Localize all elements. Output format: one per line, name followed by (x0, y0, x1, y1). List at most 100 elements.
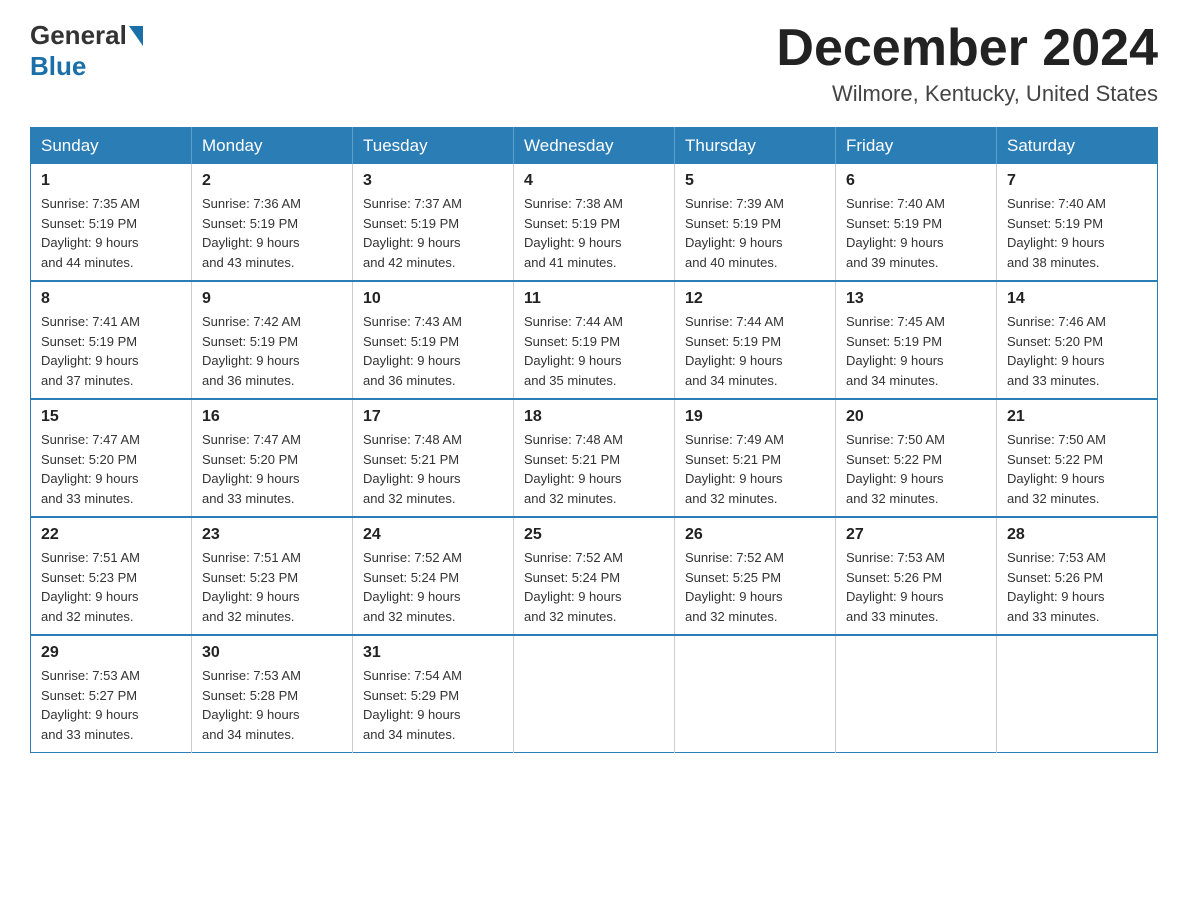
day-number: 18 (524, 408, 664, 426)
day-info: Sunrise: 7:39 AM Sunset: 5:19 PM Dayligh… (685, 194, 825, 272)
day-info: Sunrise: 7:48 AM Sunset: 5:21 PM Dayligh… (363, 430, 503, 508)
month-title: December 2024 (776, 20, 1158, 77)
page-header: General Blue December 2024 Wilmore, Kent… (30, 20, 1158, 107)
day-number: 20 (846, 408, 986, 426)
header-sunday: Sunday (31, 128, 192, 165)
day-number: 23 (202, 526, 342, 544)
calendar-cell (836, 635, 997, 753)
calendar-cell: 21 Sunrise: 7:50 AM Sunset: 5:22 PM Dayl… (997, 399, 1158, 517)
day-info: Sunrise: 7:52 AM Sunset: 5:24 PM Dayligh… (524, 548, 664, 626)
day-info: Sunrise: 7:54 AM Sunset: 5:29 PM Dayligh… (363, 666, 503, 744)
calendar-cell: 11 Sunrise: 7:44 AM Sunset: 5:19 PM Dayl… (514, 281, 675, 399)
calendar-cell: 23 Sunrise: 7:51 AM Sunset: 5:23 PM Dayl… (192, 517, 353, 635)
day-number: 5 (685, 172, 825, 190)
day-info: Sunrise: 7:53 AM Sunset: 5:27 PM Dayligh… (41, 666, 181, 744)
day-info: Sunrise: 7:44 AM Sunset: 5:19 PM Dayligh… (685, 312, 825, 390)
day-info: Sunrise: 7:43 AM Sunset: 5:19 PM Dayligh… (363, 312, 503, 390)
calendar-table: SundayMondayTuesdayWednesdayThursdayFrid… (30, 127, 1158, 753)
calendar-cell: 17 Sunrise: 7:48 AM Sunset: 5:21 PM Dayl… (353, 399, 514, 517)
logo-blue-text: Blue (30, 51, 86, 81)
calendar-cell: 2 Sunrise: 7:36 AM Sunset: 5:19 PM Dayli… (192, 164, 353, 281)
calendar-cell: 20 Sunrise: 7:50 AM Sunset: 5:22 PM Dayl… (836, 399, 997, 517)
day-number: 2 (202, 172, 342, 190)
header-thursday: Thursday (675, 128, 836, 165)
day-info: Sunrise: 7:51 AM Sunset: 5:23 PM Dayligh… (41, 548, 181, 626)
logo-triangle-icon (129, 26, 143, 46)
day-info: Sunrise: 7:42 AM Sunset: 5:19 PM Dayligh… (202, 312, 342, 390)
day-info: Sunrise: 7:53 AM Sunset: 5:26 PM Dayligh… (1007, 548, 1147, 626)
day-number: 10 (363, 290, 503, 308)
day-number: 4 (524, 172, 664, 190)
calendar-cell: 9 Sunrise: 7:42 AM Sunset: 5:19 PM Dayli… (192, 281, 353, 399)
calendar-cell: 16 Sunrise: 7:47 AM Sunset: 5:20 PM Dayl… (192, 399, 353, 517)
day-number: 28 (1007, 526, 1147, 544)
day-info: Sunrise: 7:35 AM Sunset: 5:19 PM Dayligh… (41, 194, 181, 272)
day-number: 3 (363, 172, 503, 190)
calendar-cell (514, 635, 675, 753)
calendar-cell: 25 Sunrise: 7:52 AM Sunset: 5:24 PM Dayl… (514, 517, 675, 635)
calendar-header-row: SundayMondayTuesdayWednesdayThursdayFrid… (31, 128, 1158, 165)
logo-general-text: General (30, 20, 127, 51)
title-area: December 2024 Wilmore, Kentucky, United … (776, 20, 1158, 107)
day-number: 29 (41, 644, 181, 662)
calendar-cell: 22 Sunrise: 7:51 AM Sunset: 5:23 PM Dayl… (31, 517, 192, 635)
day-info: Sunrise: 7:44 AM Sunset: 5:19 PM Dayligh… (524, 312, 664, 390)
header-tuesday: Tuesday (353, 128, 514, 165)
calendar-cell: 13 Sunrise: 7:45 AM Sunset: 5:19 PM Dayl… (836, 281, 997, 399)
calendar-week-row: 15 Sunrise: 7:47 AM Sunset: 5:20 PM Dayl… (31, 399, 1158, 517)
day-number: 13 (846, 290, 986, 308)
calendar-week-row: 22 Sunrise: 7:51 AM Sunset: 5:23 PM Dayl… (31, 517, 1158, 635)
day-info: Sunrise: 7:41 AM Sunset: 5:19 PM Dayligh… (41, 312, 181, 390)
calendar-cell: 1 Sunrise: 7:35 AM Sunset: 5:19 PM Dayli… (31, 164, 192, 281)
day-info: Sunrise: 7:52 AM Sunset: 5:25 PM Dayligh… (685, 548, 825, 626)
header-saturday: Saturday (997, 128, 1158, 165)
day-info: Sunrise: 7:37 AM Sunset: 5:19 PM Dayligh… (363, 194, 503, 272)
calendar-cell: 4 Sunrise: 7:38 AM Sunset: 5:19 PM Dayli… (514, 164, 675, 281)
calendar-cell: 30 Sunrise: 7:53 AM Sunset: 5:28 PM Dayl… (192, 635, 353, 753)
calendar-cell (675, 635, 836, 753)
calendar-cell: 29 Sunrise: 7:53 AM Sunset: 5:27 PM Dayl… (31, 635, 192, 753)
calendar-cell: 7 Sunrise: 7:40 AM Sunset: 5:19 PM Dayli… (997, 164, 1158, 281)
calendar-week-row: 1 Sunrise: 7:35 AM Sunset: 5:19 PM Dayli… (31, 164, 1158, 281)
calendar-cell: 24 Sunrise: 7:52 AM Sunset: 5:24 PM Dayl… (353, 517, 514, 635)
header-wednesday: Wednesday (514, 128, 675, 165)
day-number: 27 (846, 526, 986, 544)
calendar-cell: 10 Sunrise: 7:43 AM Sunset: 5:19 PM Dayl… (353, 281, 514, 399)
calendar-cell (997, 635, 1158, 753)
day-info: Sunrise: 7:47 AM Sunset: 5:20 PM Dayligh… (202, 430, 342, 508)
logo: General Blue (30, 20, 145, 82)
day-number: 1 (41, 172, 181, 190)
calendar-cell: 14 Sunrise: 7:46 AM Sunset: 5:20 PM Dayl… (997, 281, 1158, 399)
day-info: Sunrise: 7:50 AM Sunset: 5:22 PM Dayligh… (846, 430, 986, 508)
day-info: Sunrise: 7:47 AM Sunset: 5:20 PM Dayligh… (41, 430, 181, 508)
calendar-cell: 5 Sunrise: 7:39 AM Sunset: 5:19 PM Dayli… (675, 164, 836, 281)
calendar-cell: 26 Sunrise: 7:52 AM Sunset: 5:25 PM Dayl… (675, 517, 836, 635)
calendar-cell: 3 Sunrise: 7:37 AM Sunset: 5:19 PM Dayli… (353, 164, 514, 281)
day-info: Sunrise: 7:53 AM Sunset: 5:26 PM Dayligh… (846, 548, 986, 626)
day-info: Sunrise: 7:52 AM Sunset: 5:24 PM Dayligh… (363, 548, 503, 626)
calendar-week-row: 29 Sunrise: 7:53 AM Sunset: 5:27 PM Dayl… (31, 635, 1158, 753)
location-title: Wilmore, Kentucky, United States (776, 81, 1158, 107)
day-number: 11 (524, 290, 664, 308)
day-info: Sunrise: 7:51 AM Sunset: 5:23 PM Dayligh… (202, 548, 342, 626)
calendar-cell: 31 Sunrise: 7:54 AM Sunset: 5:29 PM Dayl… (353, 635, 514, 753)
day-number: 14 (1007, 290, 1147, 308)
calendar-cell: 15 Sunrise: 7:47 AM Sunset: 5:20 PM Dayl… (31, 399, 192, 517)
day-number: 16 (202, 408, 342, 426)
day-number: 9 (202, 290, 342, 308)
calendar-cell: 12 Sunrise: 7:44 AM Sunset: 5:19 PM Dayl… (675, 281, 836, 399)
day-number: 25 (524, 526, 664, 544)
calendar-cell: 8 Sunrise: 7:41 AM Sunset: 5:19 PM Dayli… (31, 281, 192, 399)
calendar-cell: 28 Sunrise: 7:53 AM Sunset: 5:26 PM Dayl… (997, 517, 1158, 635)
day-number: 7 (1007, 172, 1147, 190)
day-number: 24 (363, 526, 503, 544)
day-info: Sunrise: 7:48 AM Sunset: 5:21 PM Dayligh… (524, 430, 664, 508)
day-info: Sunrise: 7:46 AM Sunset: 5:20 PM Dayligh… (1007, 312, 1147, 390)
day-number: 30 (202, 644, 342, 662)
day-number: 22 (41, 526, 181, 544)
day-number: 12 (685, 290, 825, 308)
calendar-cell: 27 Sunrise: 7:53 AM Sunset: 5:26 PM Dayl… (836, 517, 997, 635)
header-monday: Monday (192, 128, 353, 165)
calendar-cell: 18 Sunrise: 7:48 AM Sunset: 5:21 PM Dayl… (514, 399, 675, 517)
day-number: 8 (41, 290, 181, 308)
